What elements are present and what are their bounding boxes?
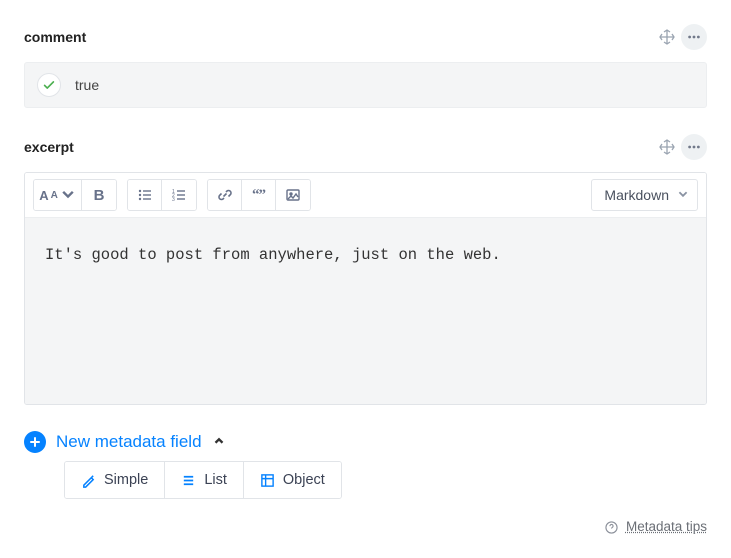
unordered-list-button[interactable]	[128, 180, 162, 210]
editor-content[interactable]: It's good to post from anywhere, just on…	[25, 218, 706, 404]
section-header: excerpt	[24, 134, 707, 160]
more-options-button[interactable]	[681, 24, 707, 50]
tab-label: Object	[283, 472, 325, 488]
drag-handle-icon[interactable]	[659, 139, 675, 155]
rich-text-editor: AA B 123 “”	[24, 172, 707, 405]
tab-label: List	[204, 472, 227, 488]
more-options-button[interactable]	[681, 134, 707, 160]
metadata-tips-link[interactable]: Metadata tips	[626, 519, 707, 534]
heading-button[interactable]: AA	[34, 180, 82, 210]
section-header: comment	[24, 24, 707, 50]
field-type-tabs: Simple List Object	[64, 461, 342, 499]
editor-toolbar: AA B 123 “”	[25, 173, 706, 218]
format-select-value: Markdown	[604, 187, 669, 203]
bold-button[interactable]: B	[82, 180, 116, 210]
section-comment: comment true	[24, 24, 707, 108]
tool-group-text: AA B	[33, 179, 117, 211]
tab-label: Simple	[104, 472, 148, 488]
svg-text:3: 3	[172, 197, 175, 203]
section-title: excerpt	[24, 139, 74, 155]
tab-object[interactable]: Object	[244, 462, 341, 498]
check-icon	[37, 73, 61, 97]
footer: Metadata tips	[24, 519, 707, 534]
new-metadata-field[interactable]: New metadata field	[24, 431, 707, 453]
help-icon	[605, 521, 618, 534]
plus-icon	[24, 431, 46, 453]
section-title: comment	[24, 29, 86, 45]
image-button[interactable]	[276, 180, 310, 210]
tab-simple[interactable]: Simple	[65, 462, 165, 498]
section-excerpt: excerpt AA B 123	[24, 134, 707, 405]
tool-group-list: 123	[127, 179, 197, 211]
boolean-value: true	[75, 77, 99, 93]
tool-group-media: “”	[207, 179, 311, 211]
chevron-down-icon	[677, 187, 689, 203]
boolean-field[interactable]: true	[24, 62, 707, 108]
drag-handle-icon[interactable]	[659, 29, 675, 45]
chevron-up-icon	[212, 434, 226, 451]
ordered-list-button[interactable]: 123	[162, 180, 196, 210]
tab-list[interactable]: List	[165, 462, 244, 498]
header-controls	[659, 134, 707, 160]
link-button[interactable]	[208, 180, 242, 210]
header-controls	[659, 24, 707, 50]
quote-button[interactable]: “”	[242, 180, 276, 210]
new-field-label: New metadata field	[56, 432, 202, 452]
format-select[interactable]: Markdown	[591, 179, 698, 211]
